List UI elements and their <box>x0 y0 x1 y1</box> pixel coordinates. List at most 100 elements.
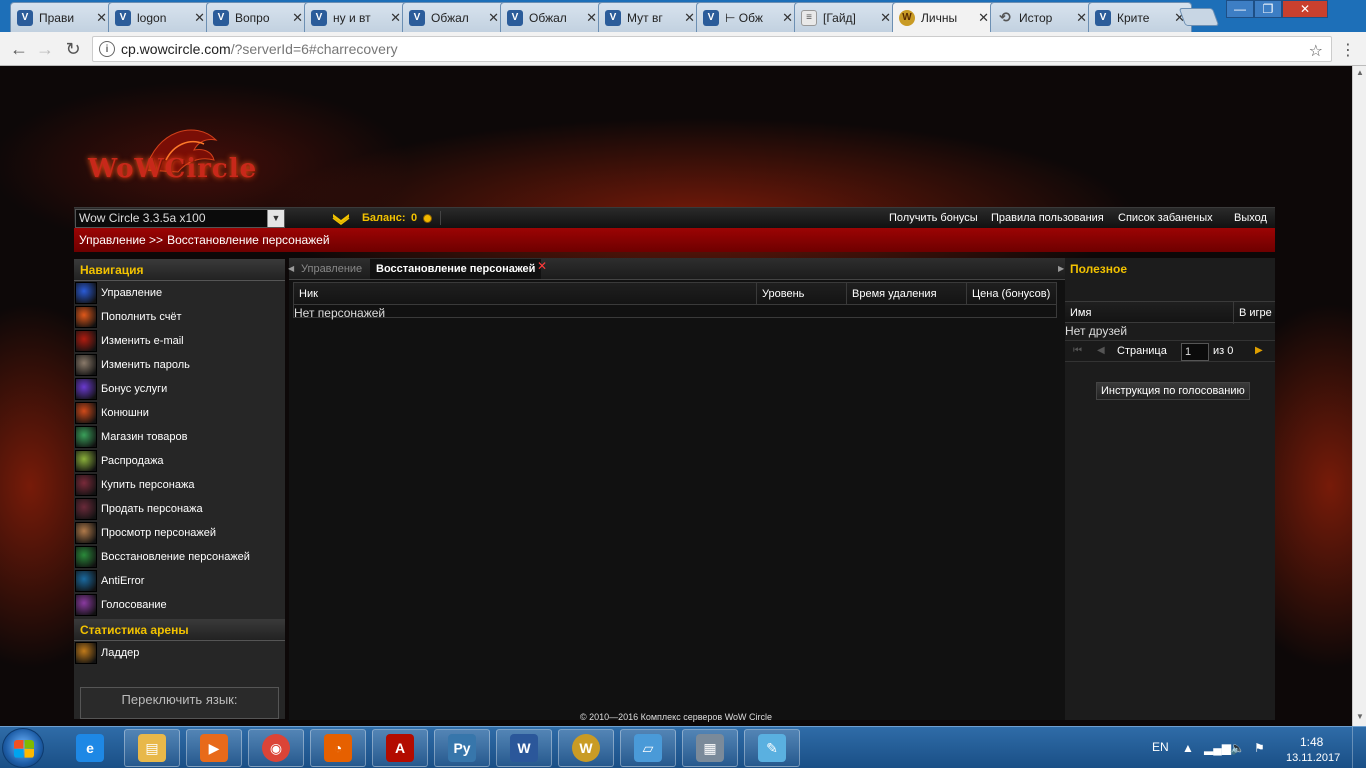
browser-tab[interactable]: W Личны ✕ <box>892 2 996 32</box>
browser-tab[interactable]: V Крите ✕ <box>1088 2 1192 32</box>
taskbar-app[interactable]: e <box>62 729 118 767</box>
sidebar-item[interactable]: Бонус услуги <box>74 377 285 401</box>
fire-icon <box>75 306 97 328</box>
arena-stats-title: Статистика арены <box>74 619 285 641</box>
server-select[interactable]: Wow Circle 3.3.5a x100 ▼ <box>75 209 285 228</box>
word-icon: W <box>510 734 538 762</box>
sidebar-item[interactable]: Магазин товаров <box>74 425 285 449</box>
page-number-input[interactable]: 1 <box>1181 343 1209 361</box>
chevron-down-icon[interactable]: ▼ <box>267 210 284 227</box>
show-desktop-button[interactable] <box>1352 727 1366 768</box>
taskbar-app[interactable]: ◔ <box>310 729 366 767</box>
column-nick[interactable]: Ник <box>294 283 757 305</box>
close-tab-icon[interactable]: ✕ <box>880 10 891 26</box>
close-tab-icon[interactable]: ✕ <box>1076 10 1087 26</box>
close-tab-icon[interactable]: ✕ <box>390 10 401 26</box>
sidebar-item[interactable]: Конюшни <box>74 401 285 425</box>
first-page-icon[interactable]: ⏮ <box>1073 345 1082 356</box>
browser-tab[interactable]: Vlogon ✕ <box>108 2 212 32</box>
banned-list-link[interactable]: Список забаненых <box>1118 212 1213 224</box>
browser-tab[interactable]: V ⊢ Обж ✕ <box>696 2 800 32</box>
tab-management[interactable]: Управление <box>295 259 368 279</box>
scroll-down-icon[interactable]: ▼ <box>1356 712 1364 721</box>
sidebar-item[interactable]: Распродажа <box>74 449 285 473</box>
action-center-icon[interactable]: ⚑ <box>1254 741 1265 755</box>
forum-favicon: V <box>507 9 523 26</box>
minimize-button[interactable]: — <box>1226 0 1254 18</box>
taskbar-app[interactable]: W <box>496 729 552 767</box>
column-in-game[interactable]: В игре <box>1234 302 1275 324</box>
close-tab-icon[interactable]: ✕ <box>782 10 793 26</box>
vote-instruction-button[interactable]: Инструкция по голосованию <box>1096 382 1250 400</box>
sidebar-item[interactable]: Голосование <box>74 593 285 617</box>
next-page-icon[interactable]: ▶ <box>1255 345 1263 356</box>
close-tab-icon[interactable]: ✕ <box>684 10 695 26</box>
close-tab-icon[interactable]: ✕ <box>978 10 989 26</box>
clock-date[interactable]: 13.11.2017 <box>1286 752 1340 764</box>
taskbar-app[interactable]: ▤ <box>124 729 180 767</box>
get-bonuses-link[interactable]: Получить бонусы <box>889 212 978 224</box>
start-button[interactable] <box>2 728 44 768</box>
taskbar-app[interactable]: ▦ <box>682 729 738 767</box>
sidebar-item[interactable]: Продать персонажа <box>74 497 285 521</box>
browser-tab[interactable]: V Прави ✕ <box>10 2 114 32</box>
back-icon[interactable]: ← <box>8 38 30 60</box>
close-window-button[interactable]: ✕ <box>1282 0 1328 18</box>
close-tab-icon[interactable]: ✕ <box>194 10 205 26</box>
taskbar-app[interactable]: ◉ <box>248 729 304 767</box>
reload-icon[interactable]: ↻ <box>62 38 84 60</box>
taskbar-app[interactable]: ▱ <box>620 729 676 767</box>
forward-icon[interactable]: → <box>34 38 56 60</box>
browser-tab[interactable]: V Вопро ✕ <box>206 2 310 32</box>
browser-tab[interactable]: V Обжал ✕ <box>402 2 506 32</box>
column-level[interactable]: Уровень <box>757 283 847 305</box>
page-scrollbar[interactable]: ▲ ▼ <box>1352 66 1366 726</box>
clock-time[interactable]: 1:48 <box>1300 735 1323 749</box>
sidebar-item[interactable]: Управление <box>74 281 285 305</box>
column-deletion-time[interactable]: Время удаления <box>847 283 967 305</box>
sidebar-item[interactable]: Просмотр персонажей <box>74 521 285 545</box>
bookmark-star-icon[interactable]: ☆ <box>1309 41 1323 61</box>
taskbar-app[interactable]: ✎ <box>744 729 800 767</box>
sidebar-item[interactable]: Изменить e-mail <box>74 329 285 353</box>
taskbar-app[interactable]: ▶ <box>186 729 242 767</box>
sidebar-item[interactable]: Изменить пароль <box>74 353 285 377</box>
sidebar-item[interactable]: Купить персонажа <box>74 473 285 497</box>
site-info-icon[interactable]: i <box>99 41 115 57</box>
browser-tab[interactable]: V Мут вг ✕ <box>598 2 702 32</box>
breadcrumb-management[interactable]: Управление >> <box>79 233 163 247</box>
sidebar-item[interactable]: Пополнить счёт <box>74 305 285 329</box>
volume-icon[interactable]: 🔈 <box>1230 741 1245 755</box>
close-tab-icon[interactable]: ✕ <box>96 10 107 26</box>
maximize-button[interactable]: ❐ <box>1254 0 1282 18</box>
close-tab-icon[interactable]: ✕ <box>488 10 499 26</box>
taskbar-app[interactable]: W <box>558 729 614 767</box>
taskbar-app[interactable]: Py <box>434 729 490 767</box>
tab-character-recovery[interactable]: Восстановление персонажей <box>370 259 542 279</box>
sidebar-item[interactable]: Ладдер <box>74 641 285 665</box>
prev-page-icon[interactable]: ◀ <box>1097 345 1105 356</box>
tabs-scroll-right-icon[interactable]: ▶ <box>1058 264 1064 273</box>
close-tab-icon[interactable]: ✕ <box>586 10 597 26</box>
close-tab-icon[interactable]: ✕ <box>537 259 547 273</box>
new-tab-button[interactable] <box>1178 8 1220 26</box>
url-input[interactable]: i cp.wowcircle.com/?serverId=6#charrecov… <box>92 36 1332 62</box>
logout-link[interactable]: Выход <box>1234 212 1267 224</box>
tabs-scroll-left-icon[interactable]: ◀ <box>288 264 294 273</box>
input-language[interactable]: EN <box>1152 740 1169 754</box>
browser-tab[interactable]: ≡ [Гайд] ✕ <box>794 2 898 32</box>
sidebar-item[interactable]: AntiError <box>74 569 285 593</box>
column-price[interactable]: Цена (бонусов) <box>967 283 1056 305</box>
browser-tab[interactable]: Vну и вт ✕ <box>304 2 408 32</box>
close-tab-icon[interactable]: ✕ <box>292 10 303 26</box>
browser-tab[interactable]: V Обжал ✕ <box>500 2 604 32</box>
scroll-up-icon[interactable]: ▲ <box>1356 68 1364 77</box>
network-icon[interactable]: ▂▄▆ <box>1204 741 1231 755</box>
taskbar-app[interactable]: A <box>372 729 428 767</box>
browser-menu-icon[interactable]: ⋮ <box>1340 40 1356 60</box>
browser-tab[interactable]: ⟲ Истор ✕ <box>990 2 1094 32</box>
tray-expand-icon[interactable]: ▲ <box>1182 741 1194 755</box>
rules-link[interactable]: Правила пользования <box>991 212 1104 224</box>
column-name[interactable]: Имя <box>1065 302 1234 324</box>
sidebar-item[interactable]: Восстановление персонажей <box>74 545 285 569</box>
